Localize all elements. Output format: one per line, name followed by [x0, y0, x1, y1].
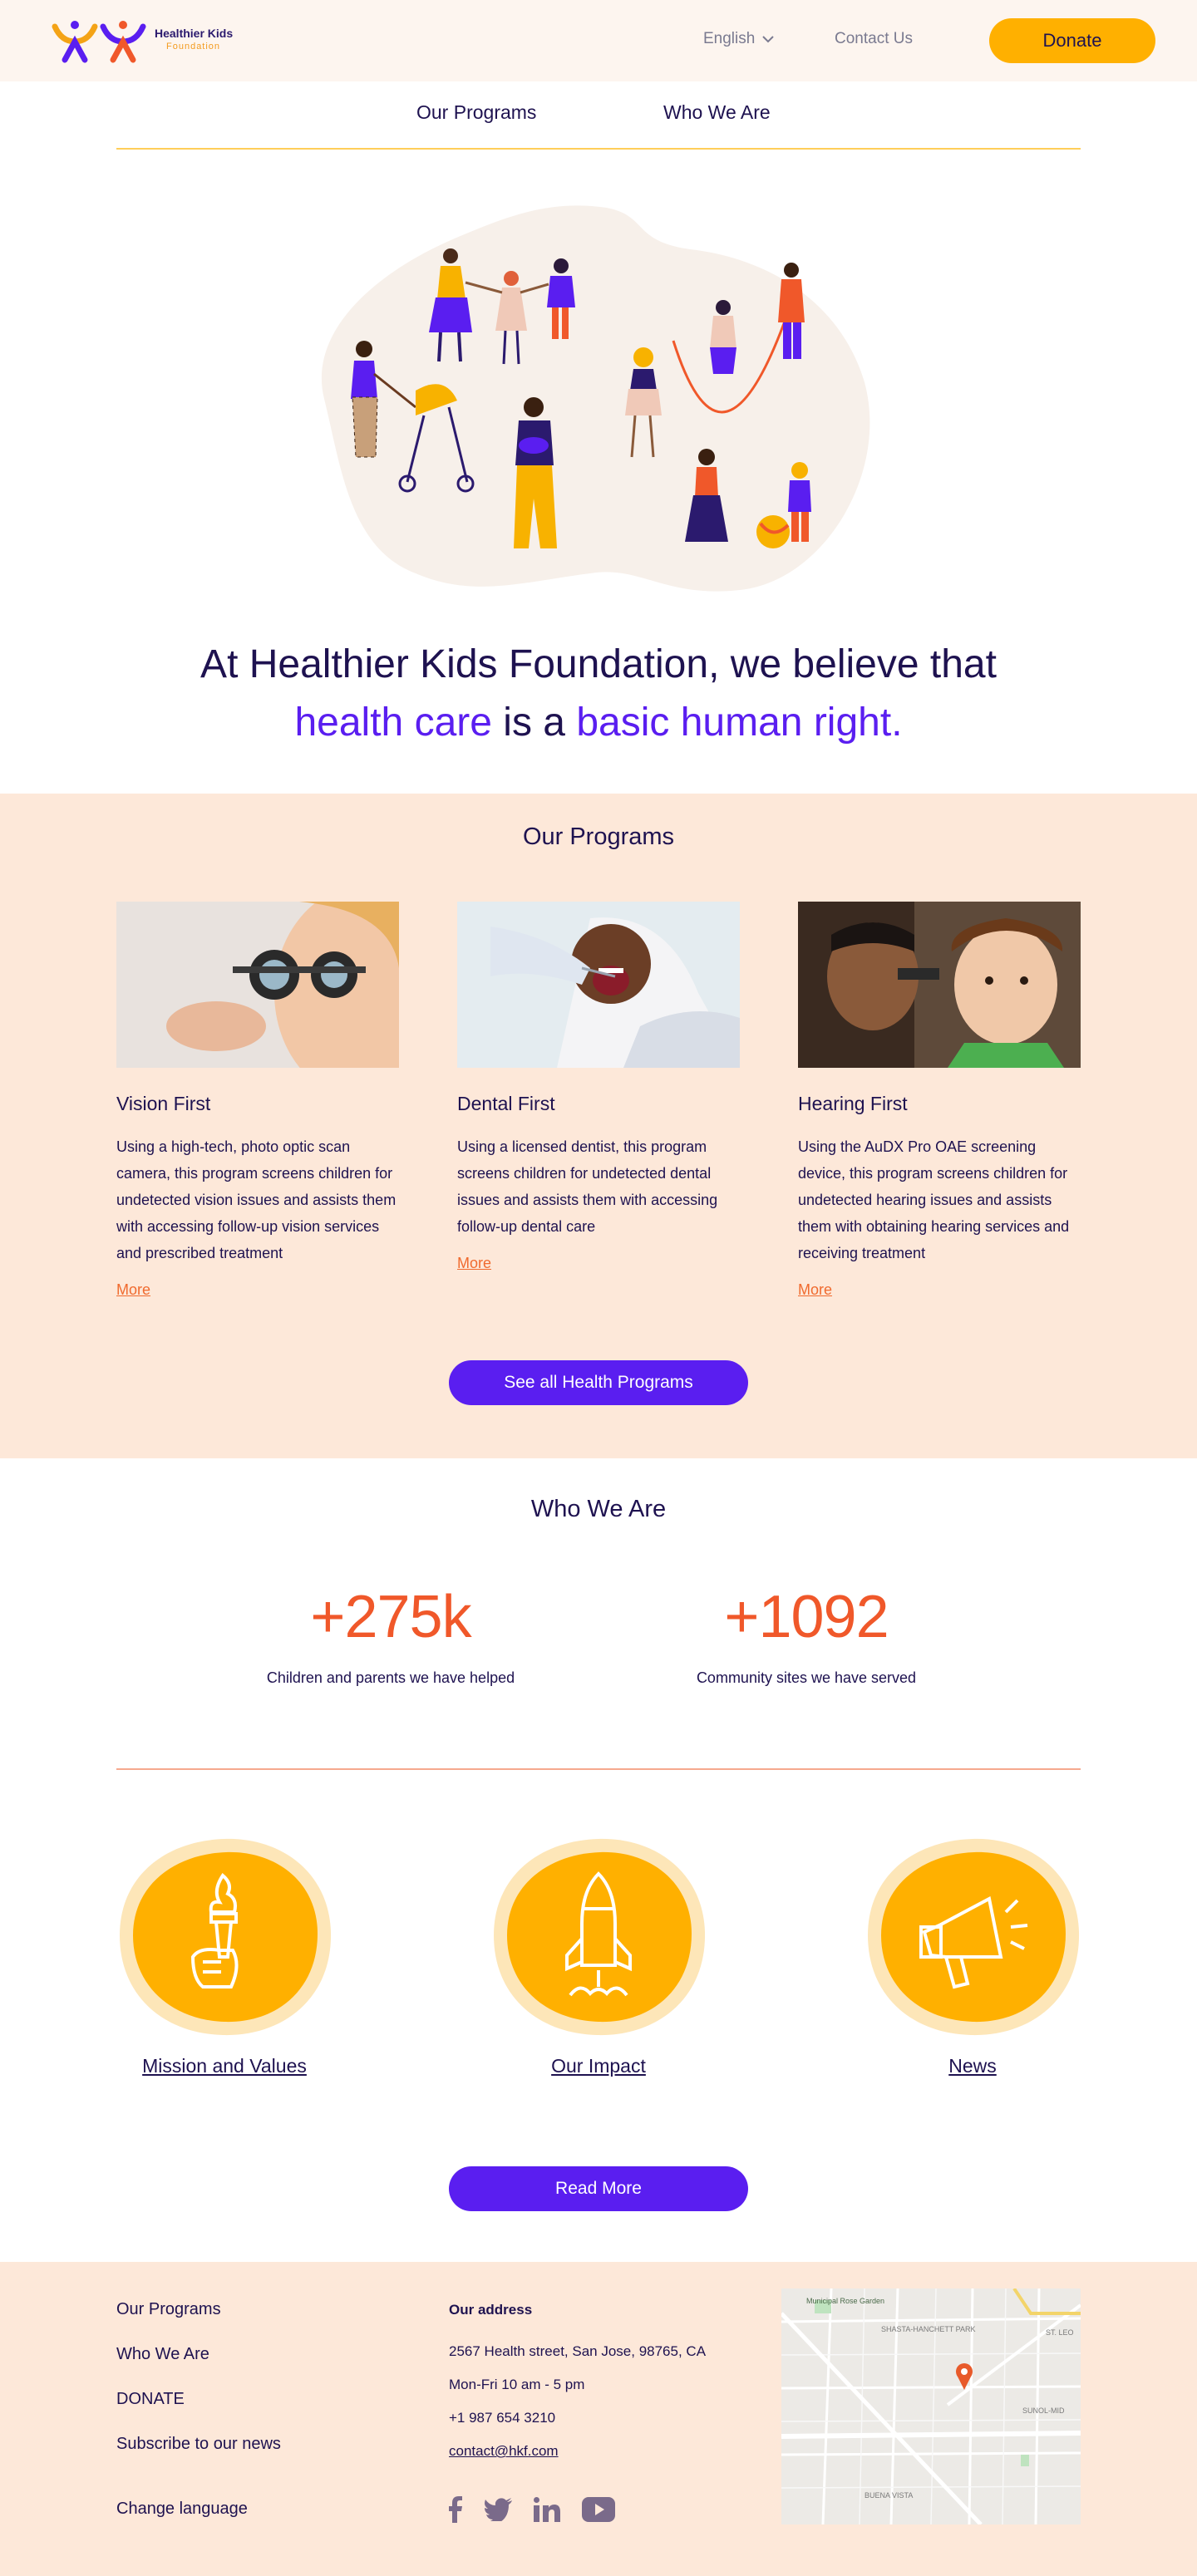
- site-header: Healthier Kids Foundation English Contac…: [0, 0, 1197, 81]
- stat-value: +275k: [310, 1584, 471, 1650]
- map-label-sunol: SUNOL-MID: [1022, 2406, 1065, 2415]
- news-link[interactable]: News: [948, 2055, 997, 2077]
- card-title: Vision First: [116, 1093, 211, 1114]
- address-title: Our address: [449, 2302, 533, 2318]
- logo-subtitle: Foundation: [166, 42, 221, 52]
- map-label-buena-vista: BUENA VISTA: [864, 2491, 913, 2500]
- more-link-dental[interactable]: More: [457, 1255, 491, 1272]
- language-label: English: [703, 30, 756, 47]
- stat-label: Community sites we have served: [696, 1669, 917, 1686]
- program-card-hearing: Hearing First Using the AuDX Pro OAE scr…: [798, 902, 1081, 1299]
- stat-label: Children and parents we have helped: [266, 1669, 515, 1686]
- contact-link[interactable]: Contact Us: [835, 30, 913, 48]
- site-footer: Our Programs Who We Are DONATE Subscribe…: [0, 2262, 1197, 2576]
- stat-children: +275k Children and parents we have helpe…: [266, 1583, 515, 1691]
- hero-illustration: [321, 205, 870, 592]
- card-text: Using a licensed dentist, this program s…: [457, 1138, 718, 1235]
- social-links: [449, 2496, 615, 2523]
- read-more-button[interactable]: Read More: [449, 2166, 748, 2211]
- hero-accent-1: health care: [294, 701, 492, 745]
- nav-our-programs[interactable]: Our Programs: [416, 101, 536, 124]
- chevron-down-icon: [762, 36, 775, 43]
- our-impact-link[interactable]: Our Impact: [551, 2055, 646, 2077]
- logo[interactable]: Healthier Kids Foundation: [50, 17, 249, 66]
- youtube-icon[interactable]: [582, 2497, 615, 2522]
- hero-headline: At Healthier Kids Foundation, we believe…: [0, 636, 1197, 752]
- card-title: Dental First: [457, 1093, 555, 1114]
- program-card-dental: Dental First Using a licensed dentist, t…: [457, 902, 740, 1272]
- donate-button[interactable]: Donate: [989, 18, 1155, 63]
- hero-line-1: At Healthier Kids Foundation, we believe…: [200, 642, 997, 686]
- feature-impact: Our Impact: [490, 1832, 707, 2077]
- address-hours: Mon-Fri 10 am - 5 pm: [449, 2377, 585, 2392]
- hearing-photo: [798, 902, 1081, 1068]
- stat-community-sites: +1092 Community sites we have served: [682, 1583, 931, 1691]
- who-we-are-title: Who We Are: [530, 1496, 667, 1522]
- programs-section: Our Programs Vision First Using a high-t…: [0, 794, 1197, 1458]
- footer-link-donate[interactable]: DONATE: [116, 2390, 185, 2409]
- hero-mid: is a: [491, 701, 577, 745]
- feature-mission: Mission and Values: [116, 1832, 332, 2077]
- footer-link-subscribe[interactable]: Subscribe to our news: [116, 2435, 281, 2454]
- program-card-vision: Vision First Using a high-tech, photo op…: [116, 902, 399, 1299]
- card-title: Hearing First: [798, 1093, 908, 1114]
- see-all-programs-button[interactable]: See all Health Programs: [449, 1360, 748, 1405]
- hero-accent-2: basic human right.: [576, 701, 903, 745]
- footer-link-who-we-are[interactable]: Who We Are: [116, 2345, 209, 2364]
- nav-who-we-are[interactable]: Who We Are: [663, 101, 771, 124]
- footer-link-change-language[interactable]: Change language: [116, 2500, 248, 2519]
- facebook-icon[interactable]: [449, 2496, 462, 2523]
- dental-photo: [457, 902, 740, 1068]
- vision-photo: [116, 902, 399, 1068]
- torch-icon[interactable]: [116, 1832, 332, 2040]
- rocket-icon[interactable]: [490, 1832, 707, 2040]
- main-nav: Our Programs Who We Are: [116, 81, 1081, 150]
- logo-mark-icon: [52, 21, 146, 63]
- logo-name: Healthier Kids: [155, 27, 234, 40]
- card-text: Using the AuDX Pro OAE screening device,…: [798, 1138, 1070, 1261]
- more-link-vision[interactable]: More: [116, 1281, 150, 1299]
- more-link-hearing[interactable]: More: [798, 1281, 832, 1299]
- stat-value: +1092: [724, 1584, 889, 1650]
- language-select[interactable]: English: [703, 30, 775, 48]
- address-email[interactable]: contact@hkf.com: [449, 2443, 559, 2460]
- map-label-garden: Municipal Rose Garden: [806, 2297, 884, 2305]
- address-phone: +1 987 654 3210: [449, 2410, 556, 2426]
- address-street: 2567 Health street, San Jose, 98765, CA: [449, 2343, 707, 2359]
- mission-values-link[interactable]: Mission and Values: [142, 2055, 307, 2077]
- twitter-icon[interactable]: [484, 2498, 512, 2521]
- linkedin-icon[interactable]: [534, 2497, 560, 2522]
- programs-title: Our Programs: [522, 823, 675, 850]
- section-divider: [116, 1768, 1081, 1770]
- hero-line-2: health care is a basic human right.: [0, 694, 1197, 752]
- footer-link-programs[interactable]: Our Programs: [116, 2300, 221, 2319]
- map-label-st-leo: ST. LEO: [1046, 2328, 1074, 2337]
- feature-news: News: [864, 1832, 1081, 2077]
- card-text: Using a high-tech, photo optic scan came…: [116, 1138, 397, 1261]
- megaphone-icon[interactable]: [864, 1832, 1081, 2040]
- location-map[interactable]: Municipal Rose Garden SHASTA-HANCHETT PA…: [781, 2288, 1081, 2524]
- map-label-park: SHASTA-HANCHETT PARK: [881, 2325, 976, 2333]
